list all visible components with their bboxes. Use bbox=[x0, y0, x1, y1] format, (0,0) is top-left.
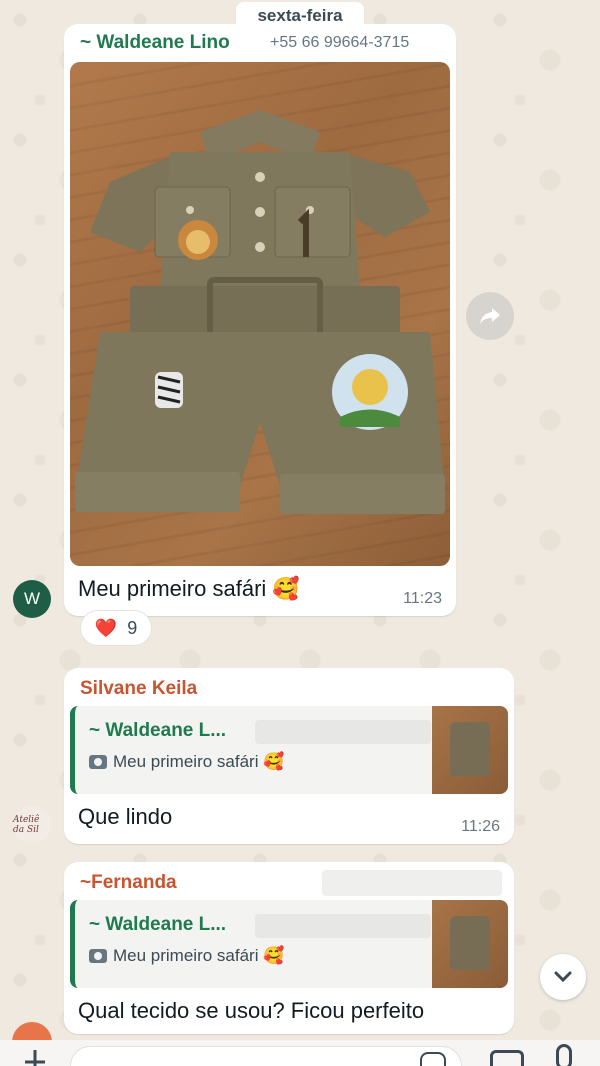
forward-button[interactable] bbox=[466, 292, 514, 340]
quoted-message[interactable]: ~ Waldeane L... Meu primeiro safári 🥰 bbox=[70, 900, 508, 988]
avatar-waldeane[interactable]: W bbox=[13, 580, 51, 618]
camera-icon bbox=[89, 755, 107, 769]
quoted-phone-redacted bbox=[255, 720, 431, 744]
sender-name[interactable]: Silvane Keila bbox=[80, 678, 197, 700]
quoted-text-row: Meu primeiro safári 🥰 bbox=[89, 752, 284, 772]
quoted-thumbnail bbox=[432, 900, 508, 988]
message-input[interactable] bbox=[70, 1046, 462, 1066]
heart-icon: ❤️ bbox=[94, 617, 118, 638]
message-bubble-silvane[interactable]: Silvane Keila ~ Waldeane L... Meu primei… bbox=[64, 668, 514, 844]
message-text: Qual tecido se usou? Ficou perfeito bbox=[78, 998, 425, 1023]
microphone-icon[interactable] bbox=[556, 1044, 572, 1066]
reaction-badge[interactable]: ❤️ 9 bbox=[80, 610, 152, 646]
message-time: 11:26 bbox=[461, 818, 500, 835]
quoted-thumbnail bbox=[432, 706, 508, 794]
plus-icon[interactable] bbox=[20, 1048, 50, 1066]
sender-name[interactable]: ~ Waldeane Lino bbox=[80, 32, 230, 54]
sender-name[interactable]: ~Fernanda bbox=[80, 872, 177, 894]
avatar-silvane[interactable]: Ateliê da Sil bbox=[13, 806, 51, 844]
quoted-sender: ~ Waldeane L... bbox=[89, 720, 227, 741]
sticker-icon[interactable] bbox=[420, 1052, 446, 1066]
thumbnail-romper bbox=[450, 916, 490, 970]
sender-phone-redacted bbox=[322, 870, 502, 896]
thumbnail-romper bbox=[450, 722, 490, 776]
chevron-down-icon bbox=[554, 971, 572, 983]
reaction-count: 9 bbox=[127, 617, 138, 638]
sender-phone: +55 66 99664-3715 bbox=[270, 34, 410, 51]
forward-arrow-icon bbox=[480, 308, 500, 324]
message-bubble-waldeane[interactable]: ~ Waldeane Lino +55 66 99664-3715 Meu pr… bbox=[64, 24, 456, 616]
camera-icon bbox=[89, 949, 107, 963]
message-bubble-fernanda[interactable]: ~Fernanda ~ Waldeane L... Meu primeiro s… bbox=[64, 862, 514, 1034]
quoted-phone-redacted bbox=[255, 914, 431, 938]
message-caption: Meu primeiro safári 🥰 bbox=[78, 576, 300, 601]
quoted-text-row: Meu primeiro safári 🥰 bbox=[89, 946, 284, 966]
quoted-text: Meu primeiro safári 🥰 bbox=[113, 752, 285, 771]
camera-icon[interactable] bbox=[490, 1050, 524, 1066]
quoted-message[interactable]: ~ Waldeane L... Meu primeiro safári 🥰 bbox=[70, 706, 508, 794]
safari-romper-photo[interactable] bbox=[70, 62, 450, 566]
composer-bar bbox=[0, 1040, 600, 1066]
message-text: Que lindo bbox=[78, 804, 173, 829]
message-time: 11:23 bbox=[403, 590, 442, 607]
quoted-sender: ~ Waldeane L... bbox=[89, 914, 227, 935]
romper-illustration bbox=[75, 110, 445, 514]
scroll-to-bottom-button[interactable] bbox=[540, 954, 586, 1000]
quoted-text: Meu primeiro safári 🥰 bbox=[113, 946, 285, 965]
